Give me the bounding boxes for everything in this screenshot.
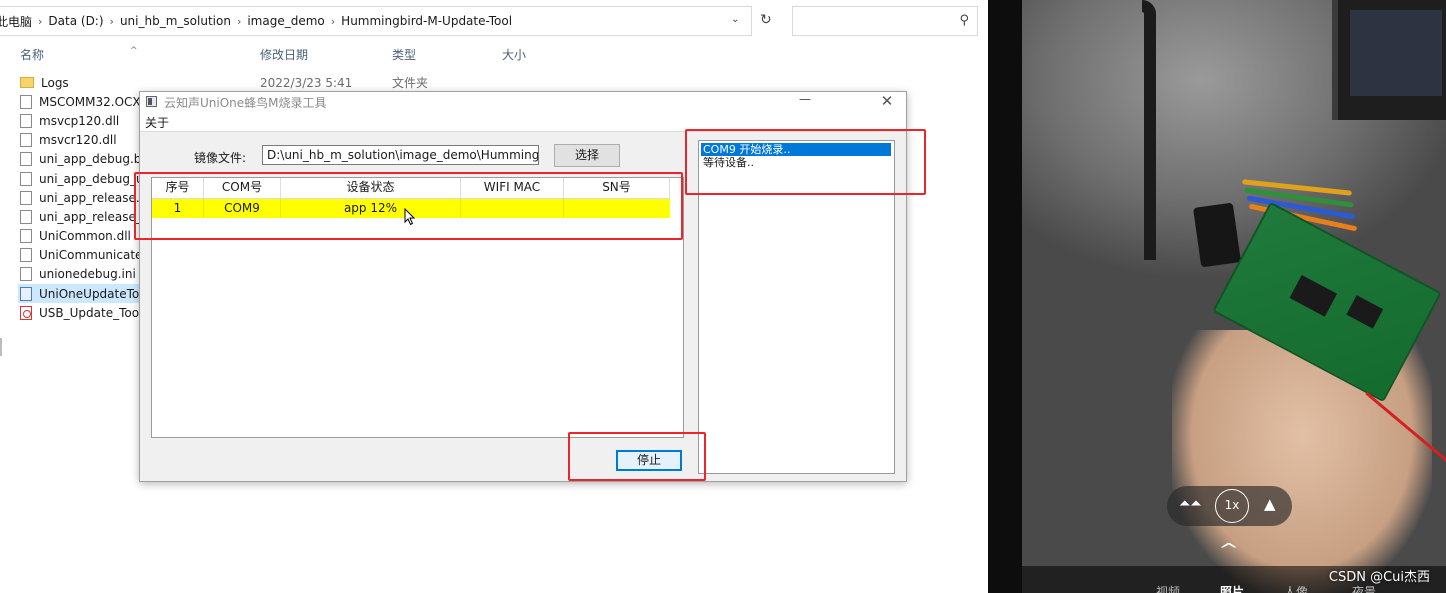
file-icon: [20, 113, 32, 128]
video-border: [988, 0, 1022, 593]
monitor-screen: [1350, 10, 1442, 96]
file-name: UniCommon.dll: [39, 228, 131, 243]
file-icon: [20, 151, 32, 166]
search-icon: ⚲: [959, 13, 969, 28]
cable-photo: [1142, 0, 1156, 260]
column-headers: 名称 ^ 修改日期 类型 大小: [0, 46, 700, 66]
file-name: msvcr120.dll: [39, 132, 117, 147]
file-icon: [20, 190, 32, 205]
file-name: Logs: [41, 75, 69, 90]
file-name: msvcp120.dll: [39, 113, 120, 128]
breadcrumb-this-pc[interactable]: 此电脑: [0, 13, 38, 30]
file-icon: [20, 209, 32, 224]
annotation-box-log: [685, 129, 926, 195]
file-name: UniOneUpdateToo: [39, 286, 139, 301]
breadcrumb-update-tool[interactable]: Hummingbird-M-Update-Tool: [335, 14, 518, 28]
file-name: uni_app_debug_up: [39, 171, 139, 186]
file-icon: [20, 228, 32, 243]
file-name: uni_app_release.bi: [39, 190, 139, 205]
chevron-up-icon[interactable]: ^: [1218, 540, 1239, 559]
file-date: 2022/3/23 5:41: [260, 75, 353, 90]
sort-ascending-icon: ^: [130, 46, 138, 56]
folder-icon: [20, 77, 34, 88]
chip-photo: [1346, 295, 1384, 329]
usb-plug-photo: [1193, 202, 1241, 268]
file-name: MSCOMM32.OCX: [39, 94, 139, 109]
camera-preview: ⏶⏶ 1x ▲ ^ 视频 照片 人像 夜景 CSDN @Cui杰西: [1022, 0, 1446, 593]
close-icon[interactable]: ✕: [879, 92, 895, 110]
title-bar[interactable]: 云知声UniOne蜂鸟M烧录工具 — ✕: [140, 92, 906, 112]
watermark: CSDN @Cui杰西: [1328, 570, 1430, 585]
dialog-title: 云知声UniOne蜂鸟M烧录工具: [164, 96, 327, 110]
file-row[interactable]: Logs 2022/3/23 5:41 文件夹: [20, 73, 720, 92]
column-type[interactable]: 类型: [392, 46, 416, 63]
tree-icon[interactable]: ▲: [1264, 495, 1276, 513]
select-button[interactable]: 选择: [554, 144, 620, 167]
annotation-box-stop: [568, 432, 706, 481]
file-name: unionedebug.ini: [39, 266, 136, 281]
file-icon: [20, 94, 32, 109]
application-icon: [20, 286, 32, 301]
column-size[interactable]: 大小: [502, 46, 526, 63]
breadcrumb-solution[interactable]: uni_hb_m_solution: [114, 14, 237, 28]
column-date[interactable]: 修改日期: [260, 46, 308, 63]
zoom-control: ⏶⏶ 1x ▲: [1167, 486, 1292, 526]
search-input[interactable]: ⚲: [792, 6, 978, 36]
file-name: UniCommunicateSv: [39, 247, 139, 262]
pdf-icon: [20, 305, 32, 320]
file-type: 文件夹: [392, 76, 429, 90]
address-bar[interactable]: 此电脑 › Data (D:) › uni_hb_m_solution › im…: [0, 6, 752, 36]
mode-portrait[interactable]: 人像: [1284, 583, 1308, 593]
image-path-field[interactable]: D:\uni_hb_m_solution\image_demo\Hummingb…: [262, 145, 539, 165]
menu-item-about[interactable]: 关于: [145, 114, 169, 131]
file-name: uni_app_debug.bin: [39, 151, 139, 166]
file-icon: [20, 247, 32, 262]
file-icon: [20, 132, 32, 147]
app-icon: [146, 96, 157, 107]
monitor-photo: [1332, 0, 1446, 120]
chevron-down-icon[interactable]: ⌄: [731, 14, 739, 25]
image-file-label: 镜像文件:: [194, 151, 247, 165]
column-name[interactable]: 名称: [20, 46, 44, 63]
chip-photo: [1289, 274, 1338, 317]
file-icon: [20, 171, 32, 186]
mode-photo[interactable]: 照片: [1220, 583, 1244, 593]
macro-icon[interactable]: ⏶⏶: [1179, 496, 1201, 512]
file-name: USB_Update_Tool_: [39, 305, 139, 320]
mode-video[interactable]: 视频: [1156, 583, 1180, 593]
refresh-icon[interactable]: ↻: [760, 12, 772, 28]
breadcrumb-image-demo[interactable]: image_demo: [241, 14, 330, 28]
file-name: uni_app_release_u: [39, 209, 139, 224]
annotation-box-table: [134, 172, 683, 240]
scroll-indicator: [0, 338, 2, 356]
file-icon: [20, 266, 32, 281]
file-row-selected[interactable]: UniOneUpdateToo: [18, 284, 140, 303]
zoom-button[interactable]: 1x: [1215, 489, 1249, 523]
breadcrumb-data-drive[interactable]: Data (D:): [42, 14, 109, 28]
minimize-icon[interactable]: —: [797, 92, 813, 106]
